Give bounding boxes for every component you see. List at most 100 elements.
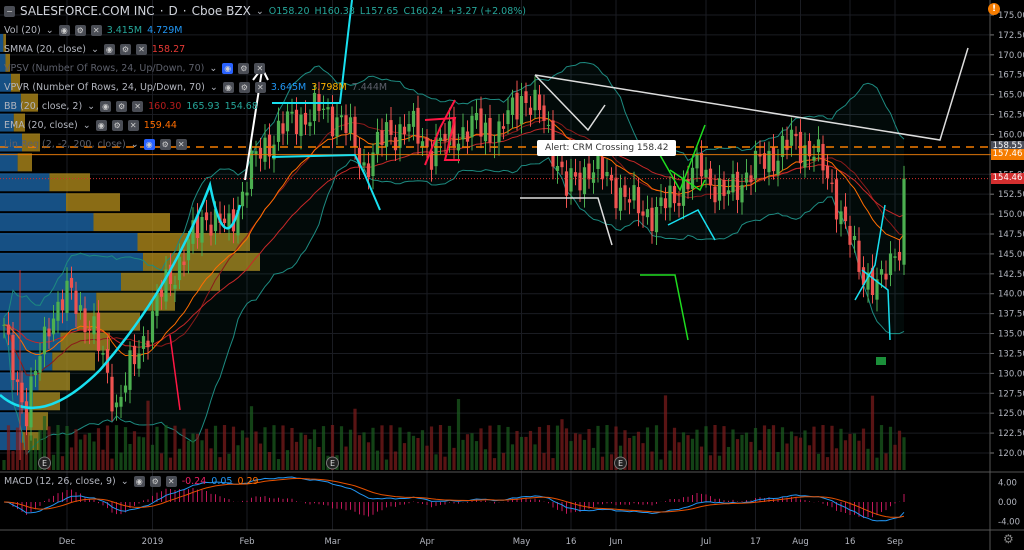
volume-bar bbox=[11, 451, 15, 470]
close-icon[interactable]: ✕ bbox=[175, 139, 187, 150]
close-icon[interactable]: ✕ bbox=[135, 44, 147, 55]
eye-icon[interactable]: ◉ bbox=[95, 120, 107, 131]
indicator-name[interactable]: Lin Reg (2, -2, 200, close) bbox=[4, 135, 126, 154]
indicator-name[interactable]: BB (20, close, 2) bbox=[4, 97, 82, 116]
gear-icon[interactable]: ⚙ bbox=[238, 82, 250, 93]
candle-body bbox=[645, 209, 650, 218]
indicator-row: SMMA (20, close) ⌄ ◉ ⚙ ✕ 158.27 bbox=[4, 40, 526, 59]
volume-bar bbox=[780, 427, 785, 470]
alert-label[interactable]: Alert: CRM Crossing 158.42 bbox=[537, 140, 677, 156]
volume-bar bbox=[762, 425, 767, 470]
volume-bar bbox=[110, 458, 114, 470]
indicator-name[interactable]: VPSV (Number Of Rows, 24, Up/Down, 70) bbox=[4, 59, 204, 78]
candle-body bbox=[695, 153, 699, 169]
candle-body bbox=[668, 185, 672, 208]
volume-bar bbox=[132, 431, 137, 470]
warning-icon[interactable]: ! bbox=[988, 3, 1000, 15]
gear-icon[interactable]: ⚙ bbox=[159, 139, 171, 150]
eye-icon[interactable]: ◉ bbox=[58, 25, 70, 36]
candle-body bbox=[146, 340, 150, 348]
close-icon[interactable]: ✕ bbox=[127, 120, 139, 131]
symbol-name[interactable]: SALESFORCE.COM INC bbox=[20, 2, 155, 21]
volume-bar bbox=[78, 439, 83, 470]
volume-bar bbox=[101, 449, 105, 470]
price-tick-label: 147.50 bbox=[998, 230, 1024, 240]
eye-icon[interactable]: ◉ bbox=[133, 476, 145, 487]
volume-bar bbox=[731, 429, 735, 470]
volume-bar bbox=[380, 425, 384, 470]
macd-tick-label: -4.00 bbox=[998, 518, 1020, 528]
green-box-drawing bbox=[876, 357, 886, 365]
volume-bar bbox=[870, 395, 875, 470]
candle-body bbox=[587, 163, 591, 180]
candle-body bbox=[582, 167, 587, 195]
gear-icon[interactable]: ⚙ bbox=[74, 25, 86, 36]
indicator-name[interactable]: VPVR (Number Of Rows, 24, Up/Down, 70) bbox=[4, 78, 205, 97]
volume-profile-down-bar bbox=[66, 193, 120, 212]
volume-bar bbox=[704, 426, 708, 470]
gear-icon[interactable]: ⚙ bbox=[238, 63, 250, 74]
volume-bar bbox=[416, 438, 420, 470]
macd-name[interactable]: MACD (12, 26, close, 9) bbox=[4, 476, 116, 487]
gear-icon[interactable]: ⚙ bbox=[119, 44, 131, 55]
indicator-name[interactable]: Vol (20) bbox=[4, 21, 41, 40]
eye-icon[interactable]: ◉ bbox=[103, 44, 115, 55]
price-tick-label: 165.00 bbox=[998, 91, 1024, 101]
volume-bar bbox=[51, 454, 56, 470]
volume-bar bbox=[830, 425, 834, 470]
volume-bar bbox=[227, 453, 231, 470]
volume-bar bbox=[92, 441, 96, 470]
volume-bar bbox=[263, 427, 267, 470]
volume-bar bbox=[857, 440, 861, 470]
eye-icon[interactable]: ◉ bbox=[222, 63, 234, 74]
candle-body bbox=[15, 379, 20, 382]
volume-bar bbox=[83, 434, 87, 470]
settings-gear-icon[interactable]: ⚙ bbox=[1003, 532, 1014, 546]
volume-bar bbox=[222, 425, 227, 470]
volume-bar bbox=[344, 446, 348, 470]
candle-body bbox=[96, 312, 101, 351]
collapse-icon[interactable]: − bbox=[4, 6, 15, 17]
volume-bar bbox=[114, 425, 119, 470]
volume-bar bbox=[236, 445, 240, 470]
close-icon[interactable]: ✕ bbox=[254, 82, 266, 93]
volume-bar bbox=[267, 451, 272, 470]
volume-bar bbox=[245, 437, 249, 470]
gear-icon[interactable]: ⚙ bbox=[116, 101, 128, 112]
close-icon[interactable]: ✕ bbox=[90, 25, 102, 36]
volume-bar bbox=[321, 426, 326, 470]
chevron-down-icon[interactable]: ⌄ bbox=[256, 2, 264, 21]
close-icon[interactable]: ✕ bbox=[165, 476, 177, 487]
volume-bar bbox=[407, 431, 411, 470]
indicator-name[interactable]: SMMA (20, close) bbox=[4, 40, 86, 59]
volume-bar bbox=[663, 395, 668, 470]
macd-tick-label: 4.00 bbox=[998, 478, 1017, 488]
volume-bar bbox=[146, 400, 150, 470]
indicator-name[interactable]: EMA (20, close) bbox=[4, 116, 78, 135]
price-tick-label: 125.00 bbox=[998, 409, 1024, 419]
eye-icon[interactable]: ◉ bbox=[222, 82, 234, 93]
price-tick-label: 122.50 bbox=[998, 429, 1024, 439]
candle-body bbox=[596, 153, 600, 169]
volume-bar bbox=[591, 447, 596, 470]
close-icon[interactable]: ✕ bbox=[132, 101, 144, 112]
gear-icon[interactable]: ⚙ bbox=[111, 120, 123, 131]
price-tick-label: 142.50 bbox=[998, 270, 1024, 280]
close-icon[interactable]: ✕ bbox=[254, 63, 266, 74]
volume-bar bbox=[411, 435, 416, 470]
volume-bar bbox=[312, 429, 317, 470]
volume-bar bbox=[29, 435, 33, 470]
eye-icon[interactable]: ◉ bbox=[100, 101, 112, 112]
gear-icon[interactable]: ⚙ bbox=[149, 476, 161, 487]
eye-icon[interactable]: ◉ bbox=[143, 139, 155, 150]
price-tick-label: 160.00 bbox=[998, 130, 1024, 140]
candle-body bbox=[222, 218, 227, 224]
volume-profile-up-bar bbox=[0, 213, 94, 232]
volume-bar bbox=[173, 425, 177, 470]
candle-body bbox=[24, 401, 29, 427]
candle-body bbox=[65, 280, 69, 313]
volume-bar bbox=[384, 459, 389, 470]
volume-bar bbox=[137, 436, 141, 470]
volume-bar bbox=[645, 427, 650, 470]
volume-bar bbox=[231, 426, 236, 470]
